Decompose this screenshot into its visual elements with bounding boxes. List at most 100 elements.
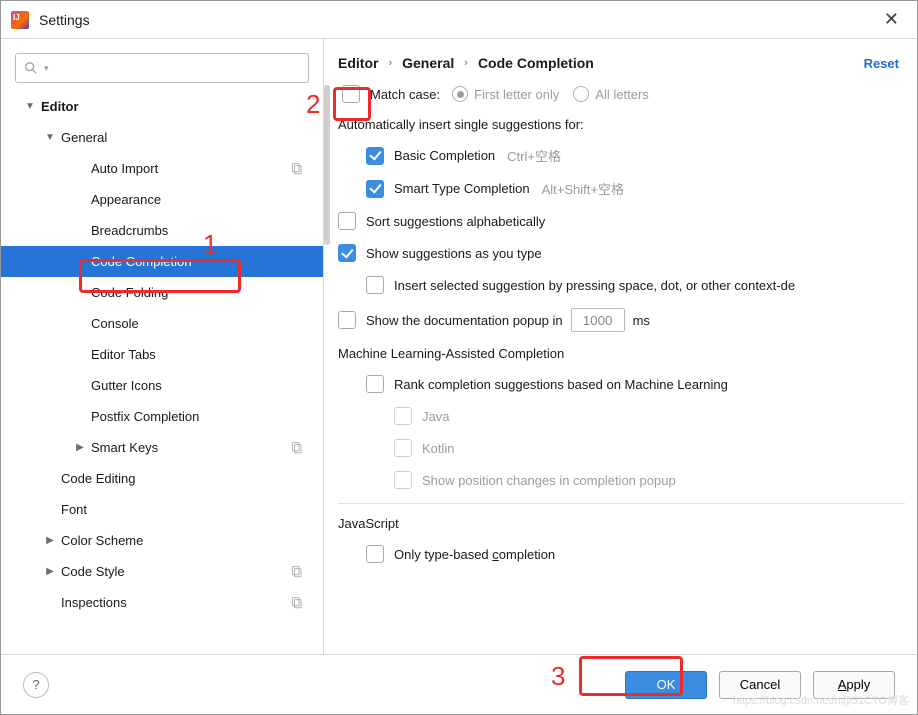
smart-completion-checkbox[interactable] — [366, 180, 384, 198]
settings-tree[interactable]: ▼Editor▼General▼Auto Import▼Appearance▼B… — [1, 91, 323, 654]
ml-kotlin-checkbox — [394, 439, 412, 457]
sidebar-item-code-folding[interactable]: ▼Code Folding — [1, 277, 323, 308]
chevron-right-icon: ▶ — [43, 535, 57, 546]
smart-completion-label: Smart Type Completion — [394, 181, 530, 196]
sidebar-item-inspections[interactable]: ▼Inspections — [1, 587, 323, 618]
sidebar-item-label: Gutter Icons — [87, 378, 162, 393]
basic-shortcut: Ctrl+空格 — [507, 146, 561, 165]
breadcrumb: Editor › General › Code Completion Reset — [324, 39, 917, 85]
js-heading: JavaScript — [338, 516, 917, 531]
sidebar-item-label: Color Scheme — [57, 533, 143, 548]
sidebar-item-label: Auto Import — [87, 161, 158, 176]
sidebar: ▾ ▼Editor▼General▼Auto Import▼Appearance… — [1, 39, 324, 654]
chevron-right-icon: ▶ — [73, 442, 87, 453]
ml-rank-label: Rank completion suggestions based on Mac… — [394, 377, 728, 392]
sidebar-item-code-completion[interactable]: ▼Code Completion — [1, 246, 323, 277]
sidebar-item-label: Console — [87, 316, 139, 331]
show-as-type-label: Show suggestions as you type — [366, 246, 542, 261]
reset-link[interactable]: Reset — [864, 56, 899, 71]
chevron-down-icon: ▾ — [44, 63, 49, 74]
crumb-code-completion: Code Completion — [478, 55, 594, 71]
copy-settings-icon[interactable] — [290, 441, 303, 454]
first-letter-radio[interactable] — [452, 86, 468, 102]
basic-completion-label: Basic Completion — [394, 148, 495, 163]
show-doc-checkbox[interactable] — [338, 311, 356, 329]
sidebar-item-label: General — [57, 130, 107, 145]
sidebar-item-label: Code Folding — [87, 285, 168, 300]
window-title: Settings — [39, 12, 90, 28]
sidebar-item-code-editing[interactable]: ▼Code Editing — [1, 463, 323, 494]
search-input[interactable]: ▾ — [15, 53, 309, 83]
help-button[interactable]: ? — [23, 672, 49, 698]
close-icon[interactable]: ✕ — [876, 5, 907, 34]
chevron-right-icon: ▶ — [43, 566, 57, 577]
doc-delay-input[interactable] — [571, 308, 625, 332]
sidebar-item-label: Breadcrumbs — [87, 223, 168, 238]
sidebar-item-editor[interactable]: ▼Editor — [1, 91, 323, 122]
crumb-general[interactable]: General — [402, 55, 454, 71]
all-letters-label: All letters — [595, 87, 648, 102]
sidebar-item-editor-tabs[interactable]: ▼Editor Tabs — [1, 339, 323, 370]
ok-button[interactable]: OK — [625, 671, 707, 699]
sidebar-item-code-style[interactable]: ▶Code Style — [1, 556, 323, 587]
js-only-type-checkbox[interactable] — [366, 545, 384, 563]
sidebar-item-label: Code Editing — [57, 471, 135, 486]
chevron-right-icon: › — [464, 57, 468, 69]
ml-kotlin-label: Kotlin — [422, 441, 455, 456]
first-letter-label: First letter only — [474, 87, 559, 102]
match-case-checkbox[interactable] — [342, 85, 360, 103]
sidebar-item-breadcrumbs[interactable]: ▼Breadcrumbs — [1, 215, 323, 246]
show-as-type-checkbox[interactable] — [338, 244, 356, 262]
sidebar-item-auto-import[interactable]: ▼Auto Import — [1, 153, 323, 184]
sidebar-item-smart-keys[interactable]: ▶Smart Keys — [1, 432, 323, 463]
sidebar-item-general[interactable]: ▼General — [1, 122, 323, 153]
sidebar-item-label: Editor — [37, 99, 79, 114]
smart-shortcut: Alt+Shift+空格 — [542, 179, 624, 198]
search-icon — [24, 61, 38, 75]
sidebar-item-label: Editor Tabs — [87, 347, 156, 362]
app-icon — [11, 11, 29, 29]
basic-completion-checkbox[interactable] — [366, 147, 384, 165]
ml-show-pos-checkbox — [394, 471, 412, 489]
chevron-right-icon: › — [388, 57, 392, 69]
sidebar-item-label: Postfix Completion — [87, 409, 199, 424]
copy-settings-icon[interactable] — [290, 596, 303, 609]
sidebar-item-postfix-completion[interactable]: ▼Postfix Completion — [1, 401, 323, 432]
sidebar-item-label: Appearance — [87, 192, 161, 207]
ml-java-checkbox — [394, 407, 412, 425]
scrollbar[interactable] — [324, 85, 330, 245]
form-area[interactable]: Match case: First letter only All letter… — [324, 85, 917, 654]
content-pane: Editor › General › Code Completion Reset… — [324, 39, 917, 654]
all-letters-radio[interactable] — [573, 86, 589, 102]
ml-heading: Machine Learning-Assisted Completion — [338, 346, 917, 361]
ml-show-pos-label: Show position changes in completion popu… — [422, 473, 676, 488]
watermark: https://blog.csdn.net/n@51CTO博客 — [733, 692, 909, 708]
sidebar-item-gutter-icons[interactable]: ▼Gutter Icons — [1, 370, 323, 401]
chevron-down-icon: ▼ — [43, 132, 57, 143]
sidebar-item-font[interactable]: ▼Font — [1, 494, 323, 525]
sidebar-item-label: Code Style — [57, 564, 125, 579]
insert-selected-checkbox[interactable] — [366, 276, 384, 294]
show-doc-label-b: ms — [633, 313, 650, 328]
sort-alpha-label: Sort suggestions alphabetically — [366, 214, 545, 229]
sidebar-item-label: Inspections — [57, 595, 127, 610]
ml-rank-checkbox[interactable] — [366, 375, 384, 393]
show-doc-label-a: Show the documentation popup in — [366, 313, 563, 328]
insert-selected-label: Insert selected suggestion by pressing s… — [394, 278, 795, 293]
sidebar-item-label: Font — [57, 502, 87, 517]
titlebar: Settings ✕ — [1, 1, 917, 39]
sidebar-item-label: Code Completion — [87, 254, 191, 269]
auto-insert-heading: Automatically insert single suggestions … — [338, 117, 917, 132]
ml-java-label: Java — [422, 409, 449, 424]
crumb-editor[interactable]: Editor — [338, 55, 378, 71]
sidebar-item-console[interactable]: ▼Console — [1, 308, 323, 339]
copy-settings-icon[interactable] — [290, 162, 303, 175]
sort-alpha-checkbox[interactable] — [338, 212, 356, 230]
js-only-type-label: Only type-based completion — [394, 547, 555, 562]
sidebar-item-color-scheme[interactable]: ▶Color Scheme — [1, 525, 323, 556]
copy-settings-icon[interactable] — [290, 565, 303, 578]
chevron-down-icon: ▼ — [23, 101, 37, 112]
divider — [338, 503, 905, 504]
sidebar-item-appearance[interactable]: ▼Appearance — [1, 184, 323, 215]
sidebar-item-label: Smart Keys — [87, 440, 158, 455]
